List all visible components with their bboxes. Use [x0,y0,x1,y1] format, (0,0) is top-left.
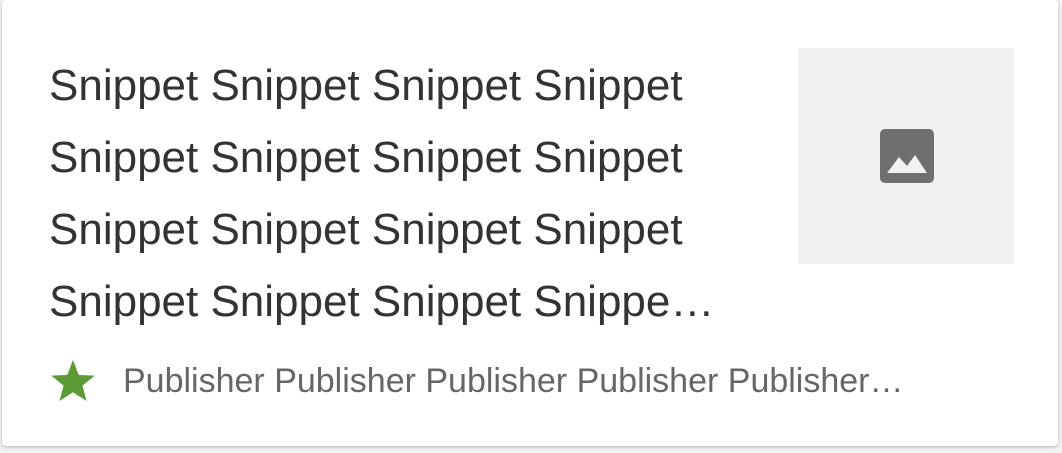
article-thumbnail [798,48,1014,264]
article-card[interactable]: Snippet Snippet Snippet Snippet Snippet … [2,0,1058,446]
image-placeholder-icon [880,129,934,183]
snippet-line: Snippet Snippet Snippet Snippet [49,205,683,254]
snippet-line: Snippet Snippet Snippet Snippe… [49,277,715,326]
snippet-line: Snippet Snippet Snippet Snippet [49,61,683,110]
star-icon [51,360,95,401]
publisher-row: Publisher Publisher Publisher Publisher … [49,355,949,411]
article-snippet: Snippet Snippet Snippet Snippet Snippet … [49,50,749,338]
publisher-name: Publisher Publisher Publisher Publisher … [123,362,904,400]
snippet-line: Snippet Snippet Snippet Snippet [49,133,683,182]
